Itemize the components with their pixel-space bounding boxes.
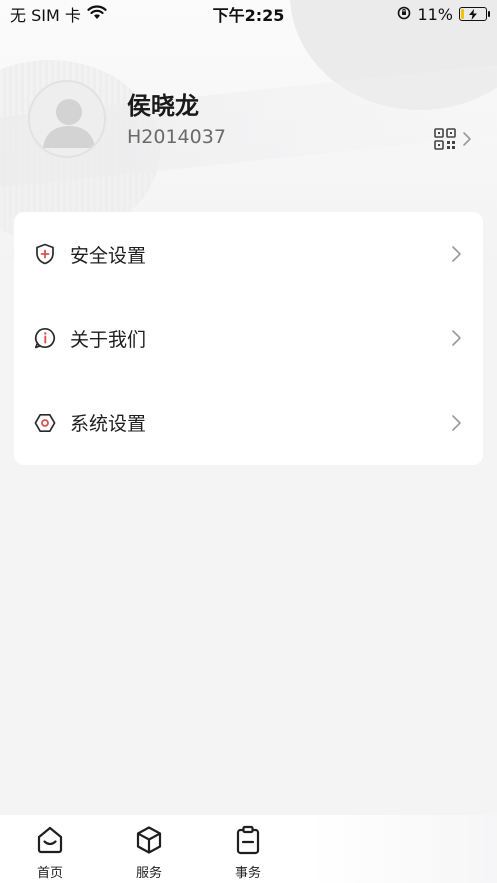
chevron-right-icon xyxy=(449,414,463,432)
user-silhouette-icon xyxy=(43,99,95,148)
hexagon-gear-icon xyxy=(34,412,56,434)
chevron-right-icon xyxy=(449,329,463,347)
menu-item-system-settings[interactable]: 系统设置 xyxy=(14,381,483,465)
menu-label: 系统设置 xyxy=(70,413,147,436)
menu-item-about-us[interactable]: 关于我们 xyxy=(14,296,483,380)
chevron-right-icon xyxy=(462,131,472,151)
tab-label: 首页 xyxy=(36,866,63,881)
tab-label: 服务 xyxy=(135,866,162,881)
qr-code-button[interactable] xyxy=(434,127,484,155)
menu-label: 关于我们 xyxy=(70,328,147,351)
menu-label: 安全设置 xyxy=(70,244,147,267)
avatar[interactable] xyxy=(28,80,106,158)
status-time: 下午2:25 xyxy=(212,6,285,25)
tab-label: 事务 xyxy=(234,866,261,881)
info-bubble-icon xyxy=(34,327,56,349)
employee-id: H2014037 xyxy=(127,126,226,148)
battery-icon xyxy=(459,7,490,21)
settings-menu: 安全设置 关于我们 系统设置 xyxy=(14,212,483,465)
tab-bar: 首页 服务 事务 xyxy=(0,815,497,883)
menu-item-security-settings[interactable]: 安全设置 xyxy=(14,212,483,296)
cube-icon xyxy=(134,825,164,859)
tab-affairs[interactable]: 事务 xyxy=(218,825,278,881)
tab-services[interactable]: 服务 xyxy=(119,825,179,881)
tab-home[interactable]: 首页 xyxy=(20,825,80,881)
home-icon xyxy=(35,825,65,859)
shield-plus-icon xyxy=(34,243,56,265)
user-name: 侯晓龙 xyxy=(127,92,199,120)
qr-code-icon xyxy=(434,128,456,154)
status-bar: 无 SIM 卡 下午2:25 11% xyxy=(0,0,497,28)
chevron-right-icon xyxy=(449,245,463,263)
clipboard-icon xyxy=(233,825,263,859)
